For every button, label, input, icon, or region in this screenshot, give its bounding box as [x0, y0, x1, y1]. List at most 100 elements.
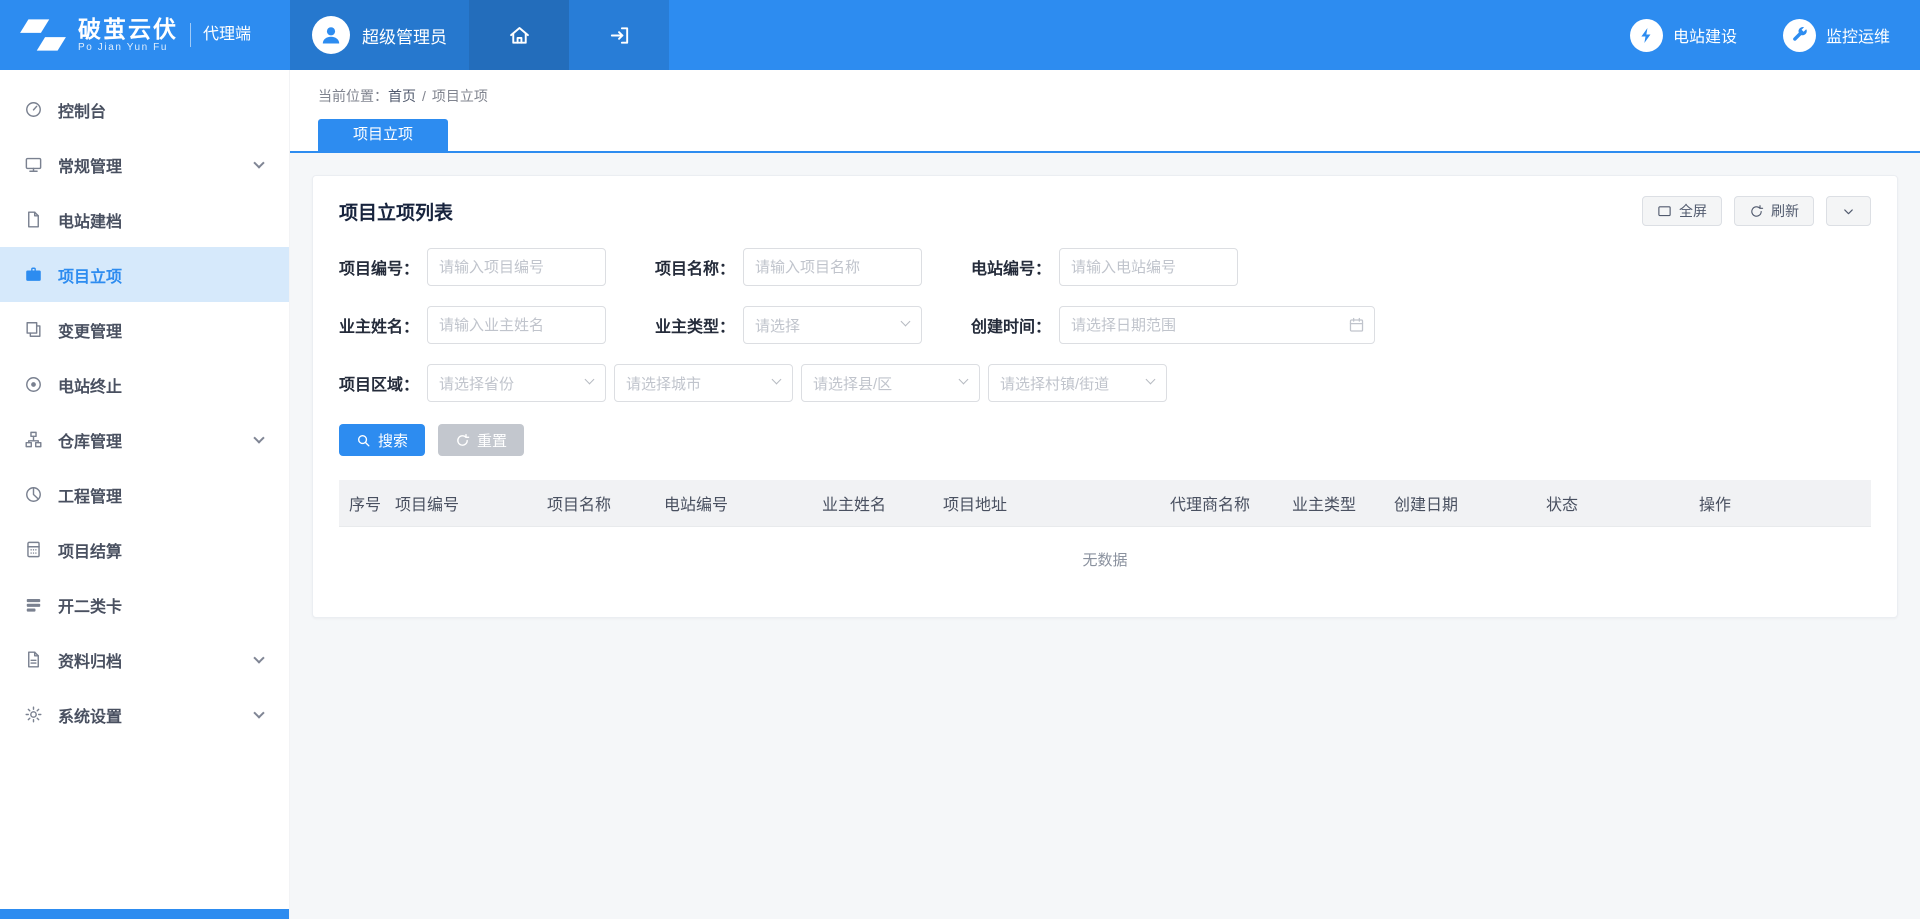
sidebar-item-label: 仓库管理 [58, 428, 122, 452]
tab-bar: 项目立项 [290, 119, 1920, 153]
owner-type-select[interactable]: 请选择 [743, 306, 922, 344]
card-tools: 全屏 刷新 [1642, 196, 1871, 226]
col-station-no: 电站编号 [654, 491, 812, 515]
monitor-ops-label: 监控运维 [1826, 23, 1890, 47]
sidebar-item-type2-card[interactable]: 开二类卡 [0, 577, 289, 632]
sidebar-collapse-bar[interactable] [0, 909, 289, 919]
logout-icon [608, 24, 631, 47]
gear-icon [24, 705, 43, 724]
calculator-icon [24, 540, 43, 559]
chevron-down-icon [253, 707, 264, 718]
sidebar-item-engineering-management[interactable]: 工程管理 [0, 467, 289, 522]
top-navbar: 破茧云伏 Po Jian Yun Fu 代理端 超级管理员 电站建设 [0, 0, 1920, 70]
lightning-icon [1630, 19, 1663, 52]
logout-button[interactable] [569, 0, 669, 70]
home-button[interactable] [469, 0, 569, 70]
col-status: 状态 [1536, 491, 1689, 515]
brand-name: 破茧云伏 [78, 16, 178, 42]
engineering-icon [24, 485, 43, 504]
town-placeholder: 请选择村镇/街道 [1000, 373, 1109, 394]
breadcrumb: 当前位置：首页/项目立项 [290, 70, 1920, 106]
document-icon [24, 210, 43, 229]
brand-subtitle: Po Jian Yun Fu [78, 42, 178, 54]
user-menu[interactable]: 超级管理员 [290, 0, 469, 70]
content-area: 项目立项列表 全屏 刷新 [290, 153, 1920, 919]
sidebar-item-label: 控制台 [58, 98, 106, 122]
stop-circle-icon [24, 375, 43, 394]
sidebar-item-data-archive[interactable]: 资料归档 [0, 632, 289, 687]
brand-logo-icon [18, 16, 68, 54]
sidebar-item-label: 项目结算 [58, 538, 122, 562]
sidebar-item-label: 工程管理 [58, 483, 122, 507]
sidebar-item-project-initiation[interactable]: 项目立项 [0, 247, 289, 302]
monitor-icon [24, 155, 43, 174]
breadcrumb-separator: / [422, 88, 426, 104]
breadcrumb-prefix: 当前位置： [318, 88, 388, 104]
sitemap-icon [24, 430, 43, 449]
wrench-icon [1783, 19, 1816, 52]
portal-label: 代理端 [190, 23, 251, 47]
sidebar-item-warehouse-management[interactable]: 仓库管理 [0, 412, 289, 467]
col-owner-type: 业主类型 [1282, 491, 1384, 515]
brand-text: 破茧云伏 Po Jian Yun Fu [78, 16, 178, 54]
county-placeholder: 请选择县/区 [813, 373, 892, 394]
sidebar-item-general-management[interactable]: 常规管理 [0, 137, 289, 192]
sidebar-item-station-filing[interactable]: 电站建档 [0, 192, 289, 247]
user-name: 超级管理员 [362, 23, 447, 48]
reset-icon [455, 433, 470, 448]
search-button[interactable]: 搜索 [339, 424, 425, 456]
owner-type-label: 业主类型： [655, 313, 735, 337]
chevron-down-icon [772, 375, 782, 385]
sidebar-item-label: 变更管理 [58, 318, 122, 342]
col-project-no: 项目编号 [385, 491, 537, 515]
fullscreen-label: 全屏 [1679, 201, 1707, 221]
project-no-input[interactable] [427, 248, 606, 286]
col-agent-name: 代理商名称 [1160, 491, 1282, 515]
archive-icon [24, 650, 43, 669]
monitor-ops-action[interactable]: 监控运维 [1783, 19, 1890, 52]
page-title: 项目立项列表 [339, 198, 453, 225]
col-create-date: 创建日期 [1384, 491, 1536, 515]
city-placeholder: 请选择城市 [626, 373, 701, 394]
chevron-down-icon [959, 375, 969, 385]
sidebar-item-project-settlement[interactable]: 项目结算 [0, 522, 289, 577]
region-label: 项目区域： [339, 371, 419, 395]
table-header: 序号 项目编号 项目名称 电站编号 业主姓名 项目地址 代理商名称 业主类型 创… [339, 480, 1871, 527]
sidebar-item-label: 项目立项 [58, 263, 122, 287]
owner-name-input[interactable] [427, 306, 606, 344]
sidebar-item-system-settings[interactable]: 系统设置 [0, 687, 289, 742]
copy-icon [24, 320, 43, 339]
sidebar-item-change-management[interactable]: 变更管理 [0, 302, 289, 357]
station-no-input[interactable] [1059, 248, 1238, 286]
province-select[interactable]: 请选择省份 [427, 364, 606, 402]
owner-name-label: 业主姓名： [339, 313, 419, 337]
sidebar-item-label: 常规管理 [58, 153, 122, 177]
fullscreen-button[interactable]: 全屏 [1642, 196, 1722, 226]
topbar-actions: 电站建设 监控运维 [1584, 0, 1920, 70]
col-project-name: 项目名称 [537, 491, 654, 515]
fullscreen-icon [1657, 204, 1672, 219]
reset-button[interactable]: 重置 [438, 424, 524, 456]
create-time-input[interactable] [1059, 306, 1375, 344]
refresh-button[interactable]: 刷新 [1734, 196, 1814, 226]
col-owner-name: 业主姓名 [812, 491, 933, 515]
city-select[interactable]: 请选择城市 [614, 364, 793, 402]
project-list-card: 项目立项列表 全屏 刷新 [312, 175, 1898, 618]
breadcrumb-home[interactable]: 首页 [388, 88, 416, 104]
chevron-down-icon [901, 317, 911, 327]
sidebar-item-station-termination[interactable]: 电站终止 [0, 357, 289, 412]
station-no-label: 电站编号： [971, 255, 1051, 279]
sidebar-item-label: 电站终止 [58, 373, 122, 397]
town-select[interactable]: 请选择村镇/街道 [988, 364, 1167, 402]
collapse-panel-button[interactable] [1826, 196, 1871, 226]
tab-project-initiation[interactable]: 项目立项 [318, 119, 448, 151]
col-project-address: 项目地址 [933, 491, 1160, 515]
refresh-icon [1749, 204, 1764, 219]
project-name-input[interactable] [743, 248, 922, 286]
empty-state: 无数据 [339, 527, 1871, 591]
sidebar-item-console[interactable]: 控制台 [0, 82, 289, 137]
owner-type-placeholder: 请选择 [755, 315, 800, 336]
search-label: 搜索 [378, 430, 408, 451]
county-select[interactable]: 请选择县/区 [801, 364, 980, 402]
station-build-action[interactable]: 电站建设 [1630, 19, 1737, 52]
